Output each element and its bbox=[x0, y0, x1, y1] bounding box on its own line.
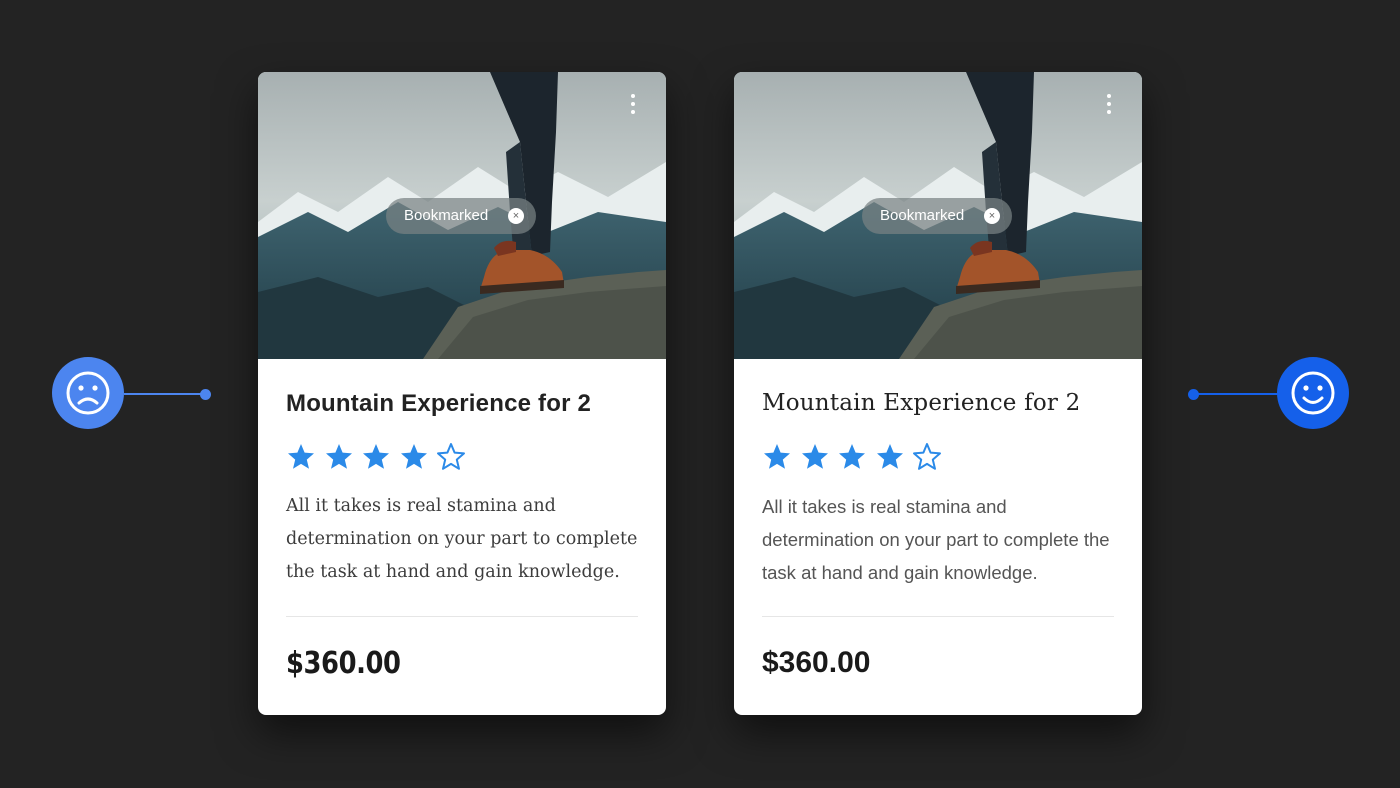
star-filled-icon[interactable] bbox=[837, 442, 867, 472]
chip-close-icon[interactable]: × bbox=[984, 208, 1000, 224]
star-empty-icon[interactable] bbox=[912, 442, 942, 472]
bookmarked-chip[interactable]: Bookmarked × bbox=[386, 198, 536, 234]
star-filled-icon[interactable] bbox=[762, 442, 792, 472]
star-rating[interactable] bbox=[762, 442, 950, 472]
card-price: $360.00 bbox=[762, 646, 871, 679]
bookmarked-chip-label: Bookmarked bbox=[880, 207, 965, 224]
right-connector-line bbox=[1194, 393, 1278, 395]
bookmarked-chip-label: Bookmarked bbox=[404, 207, 489, 224]
right-connector-dot bbox=[1188, 389, 1199, 400]
mountain-photo: Bookmarked × bbox=[734, 72, 1142, 359]
more-options-icon[interactable] bbox=[624, 94, 642, 118]
star-filled-icon[interactable] bbox=[324, 442, 354, 472]
star-rating[interactable] bbox=[286, 442, 474, 472]
card-title: Mountain Experience for 2 bbox=[762, 390, 1081, 416]
star-filled-icon[interactable] bbox=[875, 442, 905, 472]
star-filled-icon[interactable] bbox=[286, 442, 316, 472]
star-filled-icon[interactable] bbox=[800, 442, 830, 472]
mountain-photo: Bookmarked × bbox=[258, 72, 666, 359]
divider bbox=[762, 616, 1114, 617]
star-filled-icon[interactable] bbox=[361, 442, 391, 472]
left-connector-dot bbox=[200, 389, 211, 400]
more-options-icon[interactable] bbox=[1100, 94, 1118, 118]
happy-face-icon bbox=[1277, 357, 1349, 429]
product-card-before[interactable]: Bookmarked × Mountain Experience for 2 A… bbox=[258, 72, 666, 715]
card-description: All it takes is real stamina and determi… bbox=[762, 496, 1110, 583]
star-filled-icon[interactable] bbox=[399, 442, 429, 472]
product-card-after[interactable]: Bookmarked × Mountain Experience for 2 A… bbox=[734, 72, 1142, 715]
left-connector-line bbox=[124, 393, 206, 395]
card-title: Mountain Experience for 2 bbox=[286, 390, 592, 417]
star-empty-icon[interactable] bbox=[436, 442, 466, 472]
bookmarked-chip[interactable]: Bookmarked × bbox=[862, 198, 1012, 234]
card-price: $360.00 bbox=[286, 646, 401, 681]
sad-face-icon bbox=[52, 357, 124, 429]
divider bbox=[286, 616, 638, 617]
card-description: All it takes is real stamina and determi… bbox=[286, 496, 638, 582]
chip-close-icon[interactable]: × bbox=[508, 208, 524, 224]
